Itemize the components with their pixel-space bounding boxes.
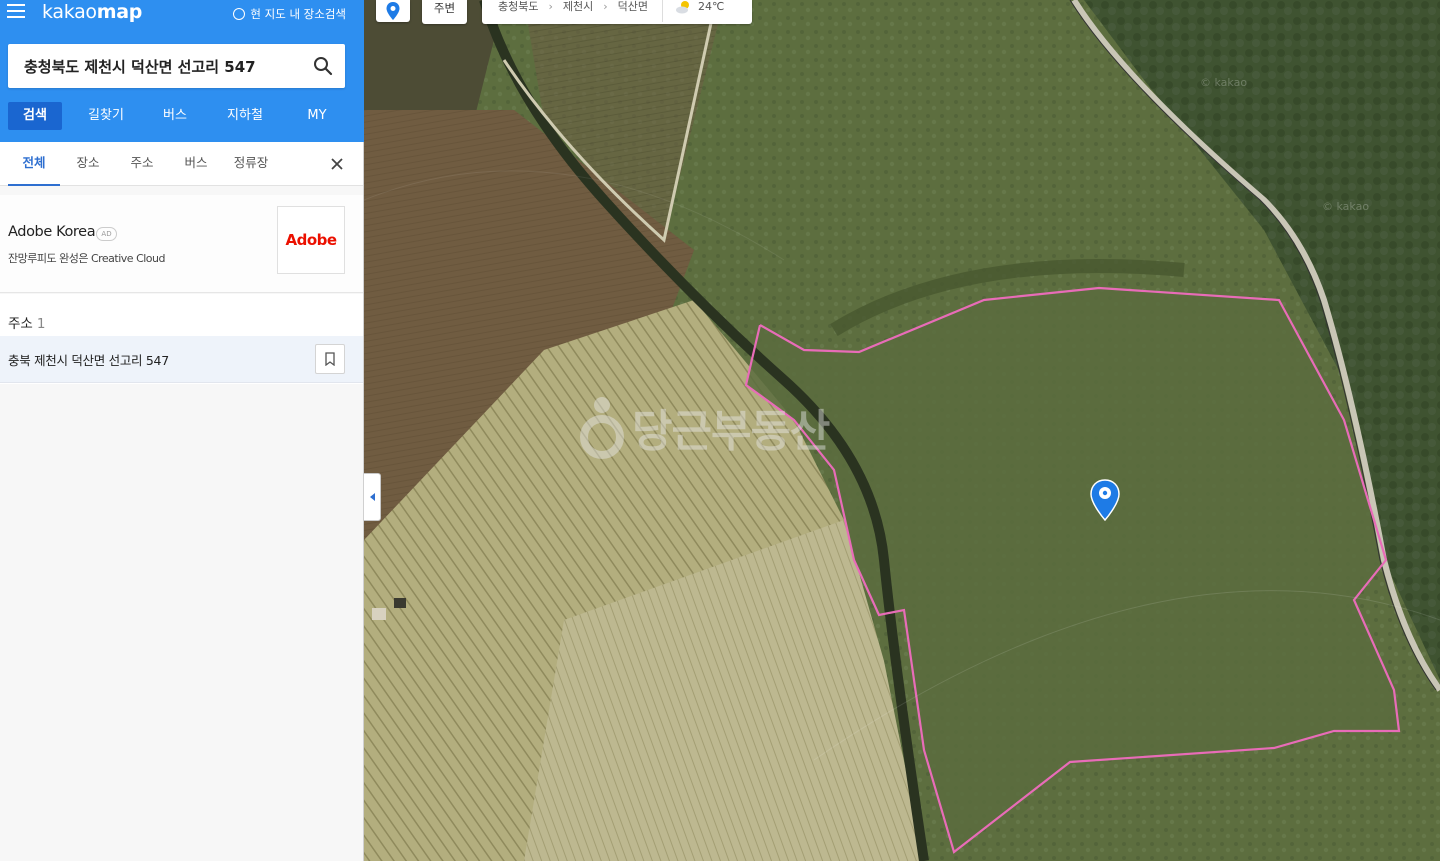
tab-my[interactable]: MY bbox=[290, 102, 344, 130]
tab-search[interactable]: 검색 bbox=[8, 102, 62, 130]
radio-circle-icon bbox=[233, 8, 246, 20]
satellite-terrain bbox=[364, 0, 1440, 861]
filter-tab-place[interactable]: 장소 bbox=[66, 142, 110, 186]
results-heading: 주소 1 bbox=[8, 312, 45, 332]
kakaomap-logo[interactable]: kakaomap bbox=[42, 1, 142, 23]
watermark-logo-icon bbox=[580, 397, 624, 459]
result-filter-tabs: 전체 장소 주소 버스 정류장 bbox=[0, 142, 363, 186]
search-box bbox=[8, 44, 345, 88]
nearby-button[interactable]: 주변 bbox=[422, 0, 467, 24]
watermark: 당근부동산 bbox=[580, 395, 830, 459]
ad-title: Adobe Korea bbox=[8, 224, 96, 240]
chevron-right-icon: › bbox=[603, 0, 608, 13]
tab-bus[interactable]: 버스 bbox=[150, 102, 200, 130]
search-icon[interactable] bbox=[313, 56, 333, 76]
ad-description: 잔망루피도 완성은 Creative Cloud bbox=[8, 252, 166, 265]
sidebar-header: kakaomap 현 지도 내 장소검색 검색 길찾기 버스 지하철 MY bbox=[0, 0, 364, 142]
ad-banner[interactable]: Adobe Korea AD 잔망루피도 완성은 Creative Cloud … bbox=[0, 195, 363, 293]
address-results: 주소 1 충북 제천시 덕산면 선고리 547 bbox=[0, 294, 363, 384]
filter-tab-all[interactable]: 전체 bbox=[8, 142, 60, 186]
results-heading-label: 주소 bbox=[8, 316, 33, 332]
weather-widget[interactable]: 24℃ bbox=[675, 0, 724, 14]
filter-tab-address[interactable]: 주소 bbox=[120, 142, 164, 186]
satellite-map[interactable]: 당근부동산 © kakao © kakao 주변 충청북도 › 제천시 › 덕산… bbox=[364, 0, 1440, 861]
area-search-toggle[interactable]: 현 지도 내 장소검색 bbox=[233, 6, 346, 22]
search-input[interactable] bbox=[8, 44, 298, 88]
sidebar-collapse-handle[interactable] bbox=[364, 473, 381, 521]
sidebar: kakaomap 현 지도 내 장소검색 검색 길찾기 버스 지하철 MY bbox=[0, 0, 364, 861]
partly-cloudy-icon bbox=[676, 1, 690, 14]
tile-watermark: © kakao bbox=[1200, 76, 1248, 89]
watermark-text: 당근부동산 bbox=[632, 406, 830, 457]
tile-watermark: © kakao bbox=[1322, 200, 1370, 213]
tab-directions[interactable]: 길찾기 bbox=[62, 102, 150, 130]
area-search-label: 현 지도 내 장소검색 bbox=[250, 7, 346, 21]
breadcrumb-town[interactable]: 덕산면 bbox=[618, 0, 648, 14]
map-pin-icon bbox=[386, 2, 400, 20]
filter-tab-bus[interactable]: 버스 bbox=[174, 142, 218, 186]
tab-subway[interactable]: 지하철 bbox=[200, 102, 290, 130]
results-count: 1 bbox=[36, 316, 46, 332]
breadcrumb: 충청북도 › 제천시 › 덕산면 24℃ bbox=[482, 0, 752, 24]
breadcrumb-province[interactable]: 충청북도 bbox=[498, 0, 538, 14]
adobe-logo[interactable]: Adobe bbox=[277, 206, 345, 274]
hamburger-menu-icon[interactable] bbox=[7, 4, 25, 20]
bookmark-button[interactable] bbox=[315, 344, 345, 374]
breadcrumb-city[interactable]: 제천시 bbox=[563, 0, 593, 14]
temperature-text: 24℃ bbox=[698, 0, 725, 13]
filter-tab-stop[interactable]: 정류장 bbox=[226, 142, 276, 186]
close-icon[interactable] bbox=[329, 156, 345, 172]
main-tabs: 검색 길찾기 버스 지하철 MY bbox=[8, 102, 358, 130]
ad-badge: AD bbox=[96, 227, 117, 241]
location-marker-icon[interactable] bbox=[1089, 478, 1121, 522]
map-pin-button[interactable] bbox=[376, 0, 410, 22]
list-item[interactable]: 충북 제천시 덕산면 선고리 547 bbox=[0, 336, 363, 383]
chevron-left-icon bbox=[369, 493, 375, 501]
bookmark-icon bbox=[325, 352, 335, 366]
chevron-right-icon: › bbox=[548, 0, 553, 13]
result-address: 충북 제천시 덕산면 선고리 547 bbox=[8, 353, 169, 368]
kakao-map-app: kakaomap 현 지도 내 장소검색 검색 길찾기 버스 지하철 MY bbox=[0, 0, 1440, 861]
